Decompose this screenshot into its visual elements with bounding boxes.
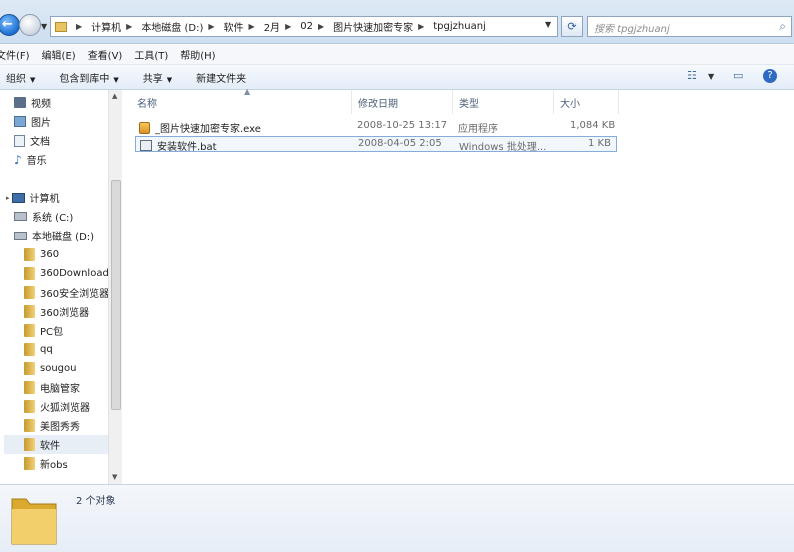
folder-icon xyxy=(11,498,57,545)
scroll-up-icon[interactable]: ▲ xyxy=(112,92,117,100)
search-icon[interactable]: ⌕ xyxy=(779,19,786,34)
scrollbar-thumb[interactable] xyxy=(111,180,121,410)
drive-icon xyxy=(14,212,27,221)
recent-pages-dropdown-icon[interactable]: ▼ xyxy=(41,22,49,31)
details-pane: 2 个对象 xyxy=(0,484,794,552)
folder-icon xyxy=(24,381,35,394)
navigation-scrollbar[interactable]: ▲ ▼ xyxy=(108,90,122,484)
table-row[interactable]: _图片快速加密专家.exe 2008-10-25 13:17 应用程序 1,08… xyxy=(135,119,617,135)
refresh-button[interactable]: ⟳ xyxy=(561,16,583,37)
share-button[interactable]: 共享 ▼ xyxy=(143,70,172,85)
search-input[interactable]: 搜索 tpgjzhuanj ⌕ xyxy=(587,16,792,37)
folder-icon xyxy=(55,21,67,32)
breadcrumb-drive-d[interactable]: 本地磁盘 (D:) ▶ xyxy=(141,19,219,34)
breadcrumb-software[interactable]: 软件 ▶ xyxy=(224,19,260,34)
chevron-down-icon[interactable]: ▼ xyxy=(708,72,714,81)
folder-icon xyxy=(24,400,35,413)
folder-icon xyxy=(24,362,35,375)
address-bar[interactable]: ▶ 计算机 ▶ 本地磁盘 (D:) ▶ 软件 ▶ 2月 ▶ 02 ▶ 图片快速加密专家 ▶ … xyxy=(50,16,558,37)
menu-file[interactable]: 文件(F) xyxy=(0,47,30,62)
nav-folder-software[interactable]: 软件 xyxy=(4,435,108,454)
breadcrumb-separator-icon[interactable]: ▶ xyxy=(285,22,291,31)
menu-view[interactable]: 查看(V) xyxy=(88,47,123,62)
refresh-icon: ⟳ xyxy=(567,20,577,33)
picture-icon xyxy=(14,116,26,127)
file-list: 名称 ▲ 修改日期 类型 大小 _图片快速加密专家.exe 2008-10-25 … xyxy=(123,87,794,484)
breadcrumb-separator-icon[interactable]: ▶ xyxy=(208,22,214,31)
folder-icon xyxy=(24,286,35,299)
computer-icon xyxy=(11,192,25,203)
help-icon[interactable]: ? xyxy=(763,69,777,83)
menu-bar: 文件(F) 编辑(E) 查看(V) 工具(T) 帮助(H) xyxy=(0,45,794,65)
scroll-down-icon[interactable]: ▼ xyxy=(112,473,117,481)
breadcrumb-current[interactable]: tpgjzhuanj xyxy=(433,21,486,32)
menu-tools[interactable]: 工具(T) xyxy=(134,47,168,62)
document-icon xyxy=(14,134,25,147)
sort-ascending-icon: ▲ xyxy=(244,87,251,96)
column-header-name[interactable]: 名称 ▲ xyxy=(131,87,352,114)
folder-icon xyxy=(24,343,35,356)
preview-pane-icon[interactable]: ▭ xyxy=(733,69,743,82)
nav-item-drive-d[interactable]: 本地磁盘 (D:) xyxy=(14,226,121,245)
breadcrumb-02[interactable]: 02 ▶ xyxy=(300,21,329,32)
video-icon xyxy=(14,97,26,108)
include-in-library-button[interactable]: 包含到库中 ▼ xyxy=(59,70,118,85)
nav-item-documents[interactable]: 文档 xyxy=(14,131,121,150)
organize-button[interactable]: 组织 ▼ xyxy=(6,70,35,85)
breadcrumb-encrypt-expert[interactable]: 图片快速加密专家 ▶ xyxy=(333,19,429,34)
view-options-icon[interactable]: ☷ xyxy=(687,69,697,82)
command-bar: 组织 ▼ 包含到库中 ▼ 共享 ▼ 新建文件夹 ☷ ▼ ▭ ? xyxy=(0,65,794,90)
nav-item-music[interactable]: ♪ 音乐 xyxy=(14,150,121,169)
drive-icon xyxy=(14,231,27,240)
nav-item-videos[interactable]: 视频 xyxy=(14,93,121,112)
column-header-type[interactable]: 类型 xyxy=(453,90,554,114)
folder-icon xyxy=(24,267,35,280)
folder-icon xyxy=(24,438,35,451)
navigation-pane: 视频 图片 文档 ♪ 音乐 ▸ 计算机 系统 (C:) 本地磁盘 (D:) 360 … xyxy=(0,90,122,484)
nav-item-computer[interactable]: ▸ 计算机 xyxy=(6,188,114,207)
column-header-size[interactable]: 大小 xyxy=(554,90,619,114)
folder-icon xyxy=(24,457,35,470)
breadcrumb-separator-icon: ▶ xyxy=(76,22,83,31)
chevron-down-icon: ▼ xyxy=(30,75,36,84)
address-dropdown-icon[interactable]: ▼ xyxy=(545,20,551,29)
table-row[interactable]: 安装软件.bat 2008-04-05 2:05 Windows 批处理... … xyxy=(135,136,617,153)
breadcrumb-separator-icon[interactable]: ▶ xyxy=(249,22,255,31)
batch-file-icon xyxy=(140,140,152,151)
title-bar: ← ▼ ▶ 计算机 ▶ 本地磁盘 (D:) ▶ 软件 ▶ 2月 ▶ 02 ▶ 图片快速加密… xyxy=(0,0,794,44)
folder-icon xyxy=(24,324,35,337)
folder-icon xyxy=(24,248,35,261)
chevron-down-icon: ▼ xyxy=(113,75,119,84)
folder-icon xyxy=(24,305,35,318)
new-folder-button[interactable]: 新建文件夹 xyxy=(196,70,246,85)
back-arrow-icon: ← xyxy=(2,17,13,32)
nav-item-drive-c[interactable]: 系统 (C:) xyxy=(14,207,121,226)
forward-button[interactable] xyxy=(19,14,41,36)
breadcrumb-separator-icon[interactable]: ▶ xyxy=(126,22,132,31)
breadcrumb-computer[interactable]: 计算机 ▶ xyxy=(91,19,137,34)
item-count: 2 个对象 xyxy=(76,496,116,507)
breadcrumb-separator-icon[interactable]: ▶ xyxy=(418,22,424,31)
expand-arrow-icon[interactable]: ▸ xyxy=(6,194,10,202)
menu-edit[interactable]: 编辑(E) xyxy=(42,47,76,62)
folder-icon xyxy=(24,419,35,432)
breadcrumb-separator-icon[interactable]: ▶ xyxy=(318,22,324,31)
nav-item-pictures[interactable]: 图片 xyxy=(14,112,121,131)
column-header-date[interactable]: 修改日期 xyxy=(352,90,453,114)
chevron-down-icon: ▼ xyxy=(166,75,173,84)
breadcrumb-february[interactable]: 2月 ▶ xyxy=(264,19,297,34)
music-icon: ♪ xyxy=(14,152,22,167)
application-icon xyxy=(139,121,150,134)
menu-help[interactable]: 帮助(H) xyxy=(180,47,215,62)
back-button[interactable]: ← xyxy=(0,14,20,36)
